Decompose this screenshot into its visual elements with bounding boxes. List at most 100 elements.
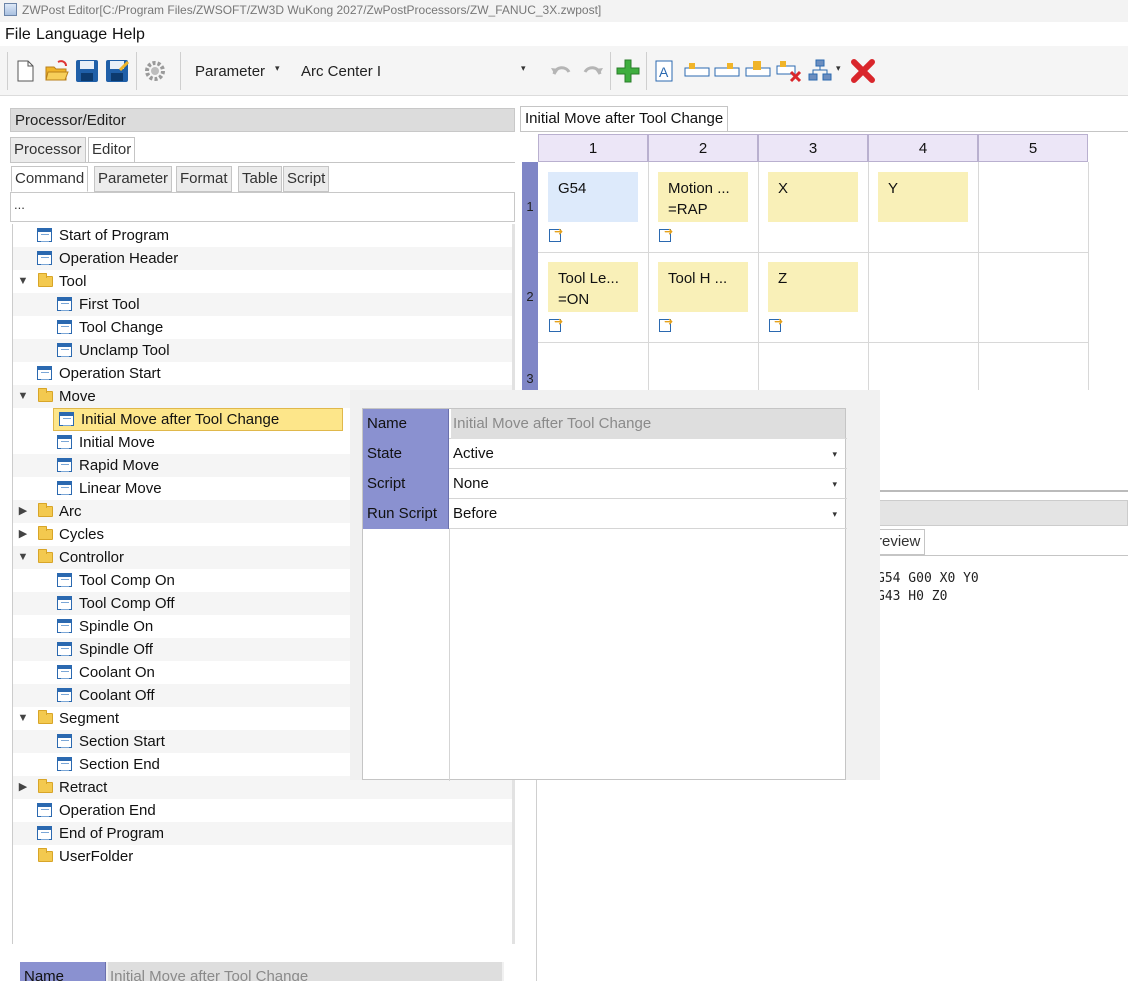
gear-icon[interactable] [142, 58, 168, 84]
menu-language[interactable]: Language [36, 26, 107, 44]
splitter[interactable] [536, 780, 537, 981]
chevron-down-icon[interactable]: ▾ [521, 63, 526, 74]
tree-folder[interactable]: UserFolder [13, 845, 513, 868]
grid-line [538, 252, 1088, 253]
tab-editor[interactable]: Editor [88, 137, 136, 163]
run-script-select[interactable]: Before ▾ [451, 499, 845, 529]
menu-help[interactable]: Help [112, 26, 145, 44]
redo-icon[interactable] [580, 58, 606, 84]
preview-line: G54 G00 X0 Y0 [877, 571, 979, 586]
tree-label: Operation Header [59, 250, 179, 267]
grid-line [978, 162, 979, 392]
edit-cell-icon[interactable] [658, 225, 674, 242]
edit-cell-icon[interactable] [658, 315, 674, 332]
command-icon [57, 458, 72, 472]
app-icon [4, 3, 17, 16]
cell-text: Y [888, 180, 899, 197]
tab-parameter[interactable]: Parameter [94, 166, 173, 192]
command-icon [57, 757, 72, 771]
expand-toggle-icon[interactable]: ▼ [17, 270, 29, 293]
tree-label: Coolant On [79, 664, 155, 681]
insert-before-icon[interactable] [684, 58, 710, 84]
state-select[interactable]: Active ▾ [451, 439, 845, 469]
title-bar: ZWPost Editor[C:/Program Files/ZWSOFT/ZW… [0, 0, 1128, 22]
close-icon[interactable] [850, 58, 876, 84]
tree-label: Unclamp Tool [79, 342, 170, 359]
tree-label: Spindle Off [79, 641, 153, 658]
parameter-combo[interactable]: Parameter [195, 63, 265, 80]
command-icon [57, 435, 72, 449]
state-value: Active [453, 445, 494, 462]
column-divider [449, 529, 450, 781]
add-icon[interactable] [615, 58, 641, 84]
tab-format[interactable]: Format [176, 166, 232, 192]
undo-icon[interactable] [548, 58, 574, 84]
script-select[interactable]: None ▾ [451, 469, 845, 499]
tree-item[interactable]: Unclamp Tool [13, 339, 513, 362]
tree-label: Retract [59, 779, 108, 796]
tree-item[interactable]: Operation Header [13, 247, 513, 270]
expand-toggle-icon[interactable]: ▶ [17, 500, 29, 523]
insert-row-icon[interactable] [745, 58, 771, 84]
tab-script[interactable]: Script [283, 166, 330, 192]
edit-cell-icon[interactable] [768, 315, 784, 332]
grid-line [538, 342, 1088, 343]
tree-item[interactable]: End of Program [13, 822, 513, 845]
tree-label: Segment [59, 710, 120, 727]
command-icon [57, 297, 72, 311]
chevron-down-icon[interactable]: ▾ [836, 63, 841, 74]
expand-toggle-icon[interactable]: ▶ [17, 776, 29, 799]
edit-cell-icon[interactable] [548, 315, 564, 332]
chevron-down-icon[interactable]: ▾ [275, 63, 280, 74]
menu-file[interactable]: File [5, 26, 31, 44]
toolbar: Parameter ▾ Arc Center I ▾ A ▾ [0, 46, 1128, 96]
filter-input[interactable]: ... [10, 192, 515, 222]
parameter-value-combo[interactable]: Arc Center I [301, 63, 381, 80]
tree-label: Tool Comp On [79, 572, 175, 589]
tree-item[interactable]: Operation End [13, 799, 513, 822]
edit-cell-icon[interactable] [548, 225, 564, 242]
text-format-icon[interactable]: A [652, 58, 678, 84]
tab-command-grid[interactable]: Initial Move after Tool Change [520, 106, 729, 132]
grid-cell[interactable]: X [768, 172, 858, 222]
tree-label: Section Start [79, 733, 165, 750]
toolbar-separator [180, 52, 181, 90]
grid-cell[interactable]: Motion ... =RAP [658, 172, 748, 222]
new-file-icon[interactable] [12, 58, 38, 84]
grid-cell[interactable]: Tool H ... [658, 262, 748, 312]
command-icon [37, 366, 52, 380]
save-as-icon[interactable] [104, 58, 130, 84]
menu-bar: File Language Help [0, 22, 1128, 46]
tree-label: Initial Move [79, 434, 155, 451]
command-icon [57, 320, 72, 334]
expand-toggle-icon[interactable]: ▼ [17, 546, 29, 569]
tree-item[interactable]: First Tool [13, 293, 513, 316]
expand-toggle-icon[interactable]: ▶ [17, 523, 29, 546]
tree-item[interactable]: Operation Start [13, 362, 513, 385]
chevron-down-icon[interactable]: ▾ [832, 469, 837, 499]
expand-toggle-icon[interactable]: ▼ [17, 707, 29, 730]
save-icon[interactable] [74, 58, 100, 84]
tree-label: Initial Move after Tool Change [81, 411, 280, 428]
grid-cell[interactable]: Tool Le... =ON [548, 262, 638, 312]
expand-toggle-icon[interactable]: ▼ [17, 385, 29, 408]
insert-after-icon[interactable] [714, 58, 740, 84]
tree-item[interactable]: Tool Change [13, 316, 513, 339]
tab-processor[interactable]: Processor [10, 137, 86, 163]
folder-icon [38, 388, 53, 402]
tree-folder[interactable]: ▼ Tool [13, 270, 513, 293]
chevron-down-icon[interactable]: ▾ [832, 499, 837, 529]
tree-item[interactable]: Start of Program [13, 224, 513, 247]
grid-cell[interactable]: Z [768, 262, 858, 312]
tab-command[interactable]: Command [11, 166, 89, 192]
hierarchy-icon[interactable] [807, 58, 833, 84]
chevron-down-icon[interactable]: ▾ [832, 439, 837, 469]
tab-table[interactable]: Table [238, 166, 282, 192]
open-folder-icon[interactable] [44, 58, 70, 84]
delete-cell-icon[interactable] [776, 58, 802, 84]
grid-cell[interactable]: Y [878, 172, 968, 222]
cell-text: Z [778, 270, 788, 287]
grid-cell[interactable]: G54 [548, 172, 638, 222]
property-panel: Name Initial Move after Tool Change Stat… [350, 390, 880, 781]
row-header: 1 [522, 162, 538, 252]
